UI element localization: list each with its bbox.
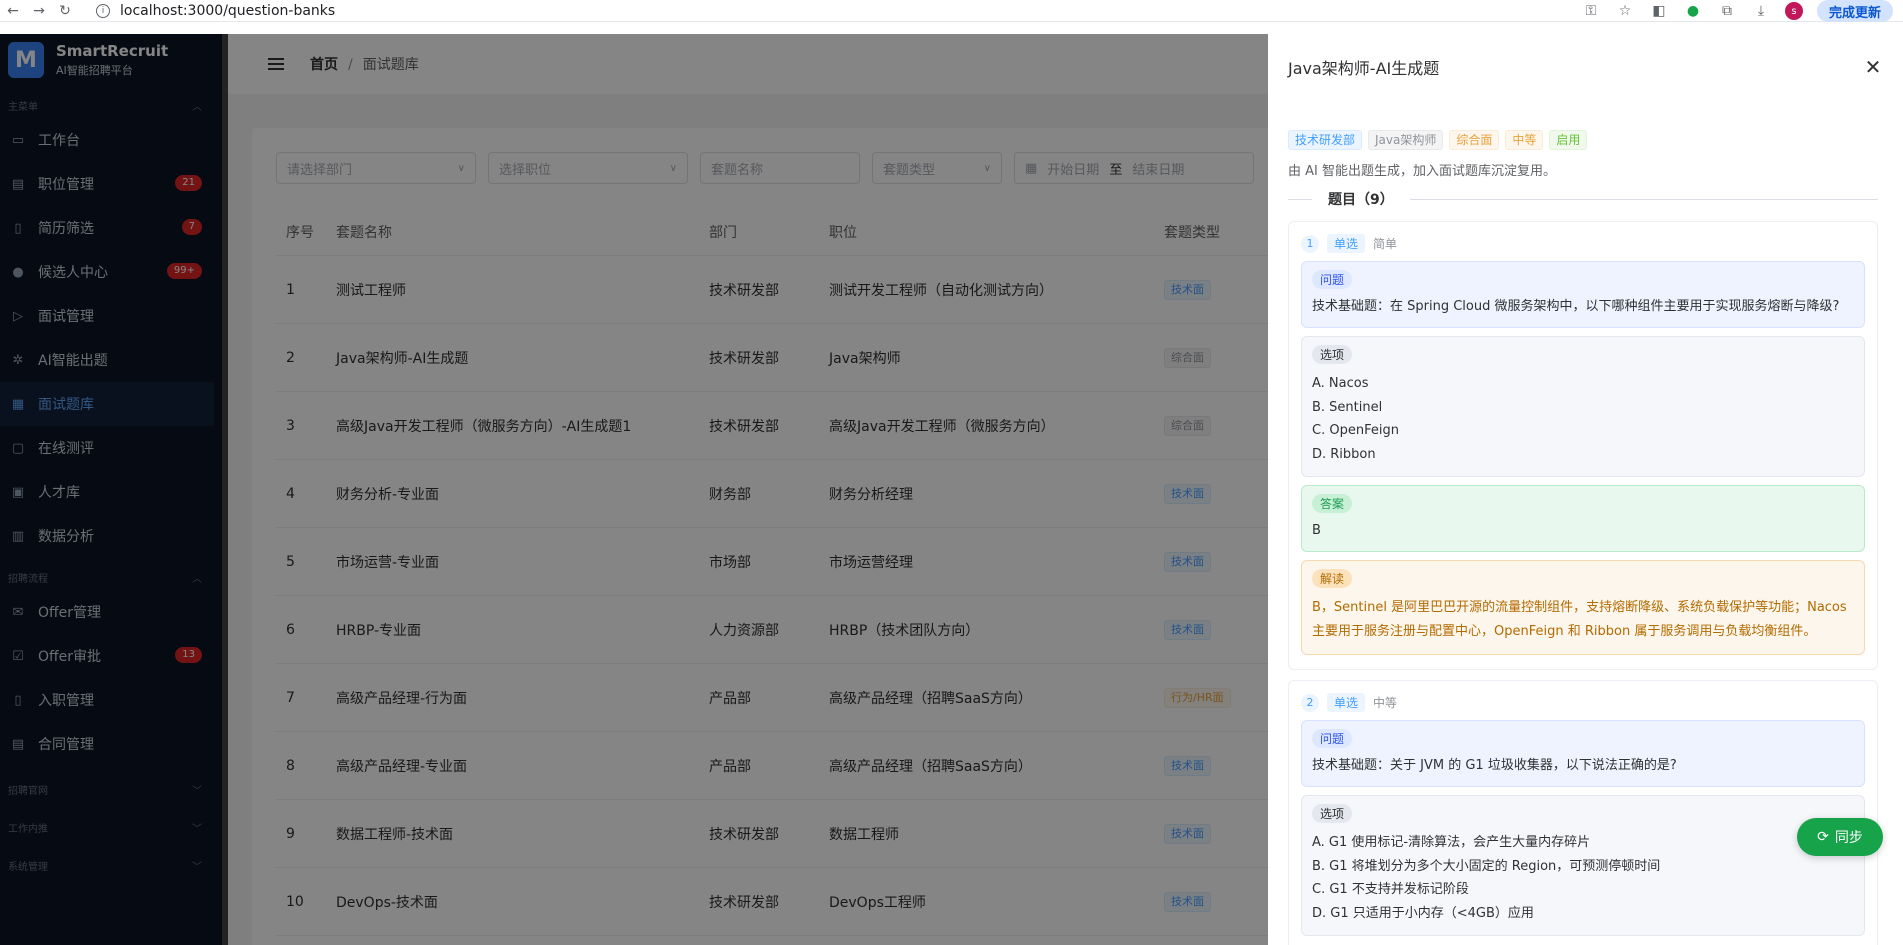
drawer-backdrop[interactable]	[0, 34, 1268, 945]
options-section: 选项 A. Nacos B. Sentinel C. OpenFeign D. …	[1301, 336, 1865, 477]
section-label: 选项	[1312, 345, 1353, 364]
options-section: 选项 A. G1 使用标记-清除算法，会产生大量内存碎片 B. G1 将堆划分为…	[1301, 795, 1865, 936]
key-icon[interactable]: ⚿	[1581, 1, 1601, 21]
back-icon[interactable]: ←	[0, 0, 26, 22]
url-text: localhost:3000/question-banks	[120, 2, 336, 19]
question-section: 问题 技术基础题：在 Spring Cloud 微服务架构中，以下哪种组件主要用…	[1301, 261, 1865, 328]
question-difficulty: 简单	[1373, 237, 1398, 251]
close-icon[interactable]: ✕	[1863, 55, 1883, 79]
forward-icon[interactable]: →	[26, 0, 52, 22]
star-icon[interactable]: ☆	[1615, 1, 1635, 21]
option-item: A. Nacos	[1312, 376, 1369, 391]
site-info-icon[interactable]: i	[96, 3, 110, 18]
drawer-title: Java架构师-AI生成题	[1288, 59, 1440, 78]
option-item: D. Ribbon	[1312, 446, 1376, 462]
explanation-section: 解读 B，Sentinel 是阿里巴巴开源的流量控制组件，支持熔断降级、系统负载…	[1301, 560, 1865, 655]
drawer-tag: 中等	[1505, 130, 1544, 150]
drawer-tag: 综合面	[1449, 130, 1500, 150]
answer-section: 答案 B	[1301, 485, 1865, 552]
question-type-tag: 单选	[1327, 693, 1366, 712]
question-number: 2	[1301, 693, 1319, 712]
extension-icon[interactable]: ◧	[1649, 1, 1669, 21]
section-label: 解读	[1312, 569, 1353, 588]
check-extension-icon[interactable]: ●	[1683, 1, 1703, 21]
drawer-tags: 技术研发部 Java架构师 综合面 中等 启用	[1288, 130, 1878, 150]
option-item: B. Sentinel	[1312, 399, 1383, 415]
questions-heading: 题目（9）	[1312, 189, 1410, 209]
question-text: 技术基础题：在 Spring Cloud 微服务架构中，以下哪种组件主要用于实现…	[1312, 299, 1840, 314]
drawer-tag: 启用	[1549, 130, 1588, 150]
section-label: 问题	[1312, 270, 1353, 289]
profile-avatar[interactable]: s	[1784, 2, 1803, 20]
reload-icon[interactable]: ↻	[52, 0, 78, 22]
drawer-tag: 技术研发部	[1288, 130, 1363, 150]
update-button[interactable]: 完成更新	[1816, 0, 1893, 22]
section-label: 答案	[1312, 494, 1353, 513]
browser-toolbar: ← → ↻ i localhost:3000/question-banks ⚿ …	[0, 0, 1903, 22]
option-item: C. OpenFeign	[1312, 423, 1399, 438]
question-card: 1 单选 简单 问题 技术基础题：在 Spring Cloud 微服务架构中，以…	[1288, 221, 1878, 670]
questions-divider: 题目（9）	[1288, 187, 1878, 211]
question-card: 2 单选 中等 问题 技术基础题：关于 JVM 的 G1 垃圾收集器，以下说法正…	[1288, 680, 1878, 945]
drawer-description: 由 AI 智能出题生成，加入面试题库沉淀复用。	[1288, 164, 1556, 179]
address-bar[interactable]: i localhost:3000/question-banks	[92, 0, 1512, 22]
download-icon[interactable]: ⤓	[1751, 1, 1771, 21]
section-label: 问题	[1312, 729, 1353, 748]
question-number: 1	[1301, 234, 1319, 253]
drawer-tag: Java架构师	[1368, 130, 1444, 150]
question-type-tag: 单选	[1327, 234, 1366, 253]
question-bank-drawer: Java架构师-AI生成题 ✕ 技术研发部 Java架构师 综合面 中等 启用 由 AI…	[1268, 34, 1903, 945]
option-item: B. G1 将堆划分为多个大小固定的 Region，可预测停顿时间	[1312, 858, 1661, 874]
section-label: 选项	[1312, 804, 1353, 823]
puzzle-icon[interactable]: ⧉	[1717, 1, 1737, 21]
sync-icon: ⟳	[1817, 829, 1829, 845]
sync-button[interactable]: ⟳ 同步	[1797, 818, 1883, 856]
option-item: C. G1 不支持并发标记阶段	[1312, 882, 1469, 897]
explanation-text: B，Sentinel 是阿里巴巴开源的流量控制组件，支持熔断降级、系统负载保护等…	[1312, 600, 1847, 639]
question-text: 技术基础题：关于 JVM 的 G1 垃圾收集器，以下说法正确的是?	[1312, 758, 1677, 773]
question-difficulty: 中等	[1373, 696, 1398, 710]
option-item: D. G1 只适用于小内存（<4GB）应用	[1312, 905, 1534, 921]
answer-text: B	[1312, 523, 1321, 538]
option-item: A. G1 使用标记-清除算法，会产生大量内存碎片	[1312, 835, 1591, 850]
question-section: 问题 技术基础题：关于 JVM 的 G1 垃圾收集器，以下说法正确的是?	[1301, 720, 1865, 787]
